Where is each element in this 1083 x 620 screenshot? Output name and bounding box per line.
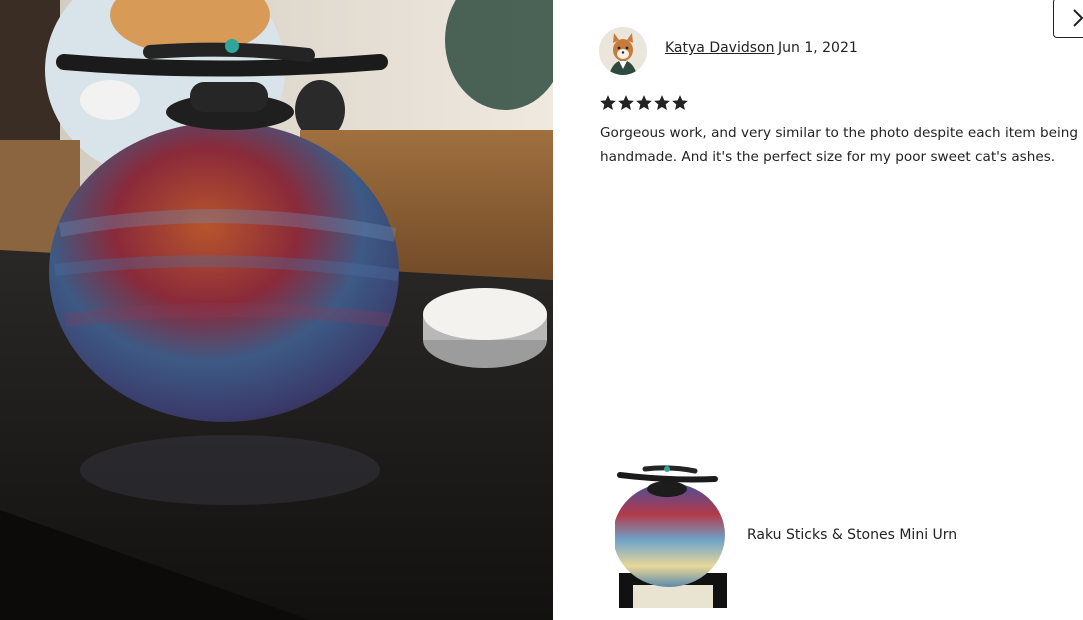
chevron-right-icon: [1073, 9, 1083, 27]
review-text: Gorgeous work, and very similar to the p…: [600, 125, 1078, 165]
review-date: Jun 1, 2021: [778, 40, 858, 56]
reviewer-name-link[interactable]: Katya Davidson: [665, 40, 774, 56]
urn-photo-illustration: [0, 0, 553, 620]
avatar[interactable]: [599, 27, 647, 75]
star-icon: [672, 95, 688, 110]
product-title[interactable]: Raku Sticks & Stones Mini Urn: [747, 527, 957, 543]
star-icon: [600, 95, 616, 110]
star-icon: [636, 95, 652, 110]
star-rating: [599, 94, 689, 114]
urn-thumbnail-illustration: [615, 463, 733, 608]
product-link[interactable]: Raku Sticks & Stones Mini Urn: [615, 463, 1015, 608]
star-icon: [654, 95, 670, 110]
next-button[interactable]: [1053, 0, 1083, 38]
review-panel: Katya Davidson Jun 1, 2021 Gorgeous work…: [553, 0, 1083, 620]
reviewer-avatar-illustration: [599, 27, 647, 75]
review-photo: [0, 0, 553, 620]
product-thumbnail[interactable]: [615, 463, 733, 608]
star-icon: [618, 95, 634, 110]
review-modal: Katya Davidson Jun 1, 2021 Gorgeous work…: [0, 0, 1083, 620]
